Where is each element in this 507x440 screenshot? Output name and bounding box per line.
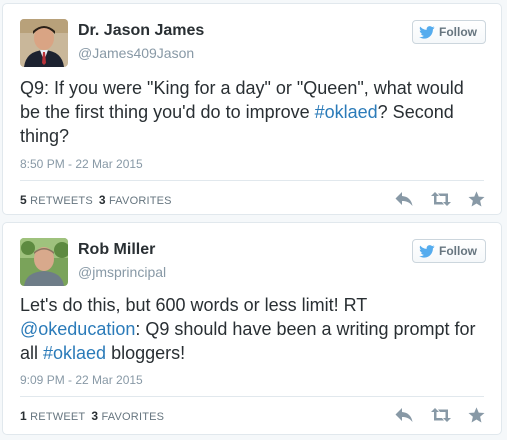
reply-icon[interactable] (395, 407, 414, 423)
follow-button[interactable]: Follow (412, 20, 486, 44)
reply-icon[interactable] (395, 191, 414, 207)
user-handle[interactable]: @James409Jason (78, 45, 194, 61)
tweet-text: Q9: If you were "King for a day" or "Que… (20, 76, 481, 148)
mention-link[interactable]: @okeducation (20, 319, 135, 339)
retweet-count[interactable]: 5 (20, 193, 27, 207)
favorite-label[interactable]: FAVORITES (101, 411, 164, 423)
user-handle[interactable]: @jmsprincipal (78, 264, 166, 280)
tweet-stats: 1 RETWEET 3 FAVORITES (20, 409, 164, 423)
hashtag-link[interactable]: #oklaed (43, 343, 106, 363)
twitter-bird-icon (419, 244, 435, 258)
avatar[interactable] (20, 19, 68, 67)
retweet-label[interactable]: RETWEET (30, 411, 85, 423)
avatar[interactable] (20, 238, 68, 286)
retweet-icon[interactable] (430, 407, 452, 423)
star-icon[interactable] (468, 191, 485, 207)
tweet-card: Rob Miller @jmsprincipal Follow Let's do… (2, 222, 502, 435)
tweet-text-part: bloggers! (106, 343, 186, 363)
follow-label: Follow (439, 244, 477, 258)
retweet-count[interactable]: 1 (20, 409, 27, 423)
follow-label: Follow (439, 25, 477, 39)
tweet-actions (395, 191, 485, 207)
tweet-text: Let's do this, but 600 words or less lim… (20, 293, 481, 365)
retweet-label[interactable]: RETWEETS (30, 195, 93, 207)
follow-button[interactable]: Follow (412, 239, 486, 263)
divider (20, 396, 484, 397)
display-name[interactable]: Dr. Jason James (78, 22, 204, 40)
display-name[interactable]: Rob Miller (78, 241, 155, 259)
retweet-icon[interactable] (430, 191, 452, 207)
favorite-count[interactable]: 3 (91, 409, 98, 423)
favorite-count[interactable]: 3 (99, 193, 106, 207)
tweet-stats: 5 RETWEETS 3 FAVORITES (20, 193, 172, 207)
timestamp[interactable]: 8:50 PM - 22 Mar 2015 (20, 157, 143, 171)
favorite-label[interactable]: FAVORITES (109, 195, 172, 207)
timestamp[interactable]: 9:09 PM - 22 Mar 2015 (20, 373, 143, 387)
tweet-actions (395, 407, 485, 423)
divider (20, 180, 484, 181)
tweet-card: Dr. Jason James @James409Jason Follow Q9… (2, 3, 502, 215)
star-icon[interactable] (468, 407, 485, 423)
twitter-bird-icon (419, 25, 435, 39)
hashtag-link[interactable]: #oklaed (315, 102, 378, 122)
tweet-text-part: Let's do this, but 600 words or less lim… (20, 295, 367, 315)
